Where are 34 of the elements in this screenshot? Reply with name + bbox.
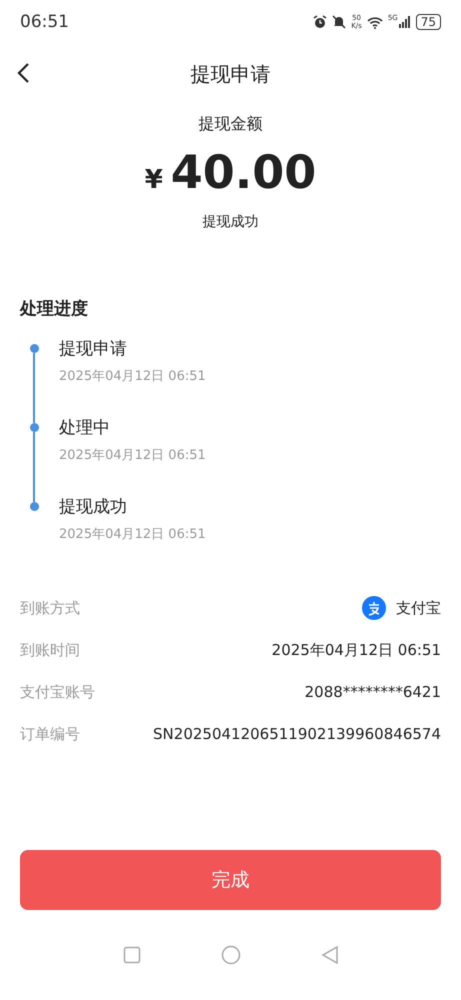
step-time: 2025年04月12日 06:51 — [59, 526, 206, 543]
page-title: 提现申请 — [190, 60, 270, 88]
detail-label: 到账方式 — [20, 598, 80, 618]
recents-icon[interactable] — [122, 946, 140, 964]
section-title: 处理进度 — [20, 298, 89, 320]
home-icon[interactable] — [220, 945, 240, 965]
detail-value: SN2025041206511902139960846574 — [153, 725, 441, 743]
detail-label: 支付宝账号 — [20, 682, 95, 702]
muted-bell-icon — [332, 15, 346, 29]
detail-value: 2088********6421 — [304, 683, 441, 701]
step-name: 提现成功 — [59, 496, 128, 518]
detail-label: 到账时间 — [20, 640, 80, 660]
payment-app-icon — [362, 596, 386, 620]
step-name: 提现申请 — [59, 338, 128, 360]
step-name: 处理中 — [59, 417, 111, 439]
clock-time: 06:51 — [20, 12, 69, 32]
step-dot — [30, 344, 38, 353]
amount-value: 40.00 — [170, 145, 316, 199]
amount-label: 提现金额 — [198, 114, 262, 135]
step-dot — [30, 423, 38, 432]
done-button[interactable]: 完成 — [20, 850, 441, 910]
step-dot — [30, 502, 38, 511]
alarm-clock-icon — [313, 15, 328, 29]
back-icon[interactable] — [320, 945, 338, 965]
signal-icon — [398, 16, 411, 28]
battery-level: 75 — [416, 14, 441, 30]
currency-symbol: ¥ — [144, 165, 163, 195]
step-time: 2025年04月12日 06:51 — [59, 368, 206, 385]
detail-value: 支付宝 — [396, 598, 441, 618]
detail-value: 2025年04月12日 06:51 — [272, 640, 441, 660]
wifi-icon — [366, 16, 383, 28]
withdraw-status: 提现成功 — [202, 213, 258, 231]
detail-label: 订单编号 — [20, 724, 80, 744]
step-time: 2025年04月12日 06:51 — [59, 447, 206, 464]
